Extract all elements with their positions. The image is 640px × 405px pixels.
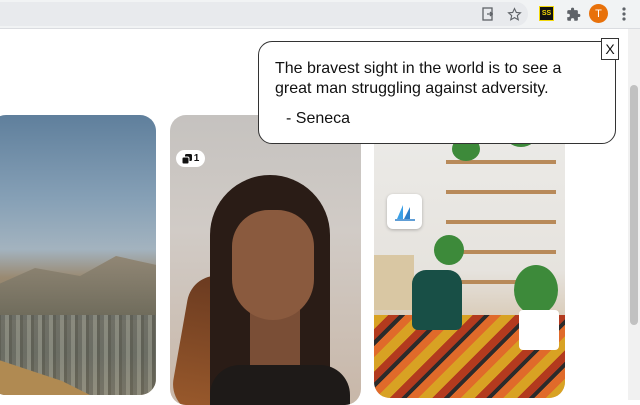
puzzle-icon[interactable] (563, 4, 583, 24)
close-button[interactable]: X (601, 38, 619, 60)
quote-author: - Seneca (286, 110, 351, 127)
chair (412, 270, 462, 330)
quote-popup: The bravest sight in the world is to see… (258, 41, 616, 144)
pin-plant-interior[interactable] (374, 115, 565, 398)
top-shape (210, 365, 350, 405)
multi-image-badge: 1 (176, 150, 205, 167)
shelf (446, 190, 556, 194)
extension-icon[interactable]: SS (539, 6, 554, 21)
extension-badge-label: SS (541, 10, 552, 17)
mountain-shape (0, 256, 156, 320)
menu-icon[interactable] (616, 4, 632, 24)
plant-pot (519, 310, 559, 350)
browser-toolbar: SS T (0, 0, 640, 28)
pin-mountain-town[interactable] (0, 115, 156, 395)
quote-text: The bravest sight in the world is to see… (275, 60, 562, 97)
stack-icon (181, 153, 192, 164)
face-shape (232, 210, 314, 320)
bookmark-star-icon[interactable] (504, 4, 524, 24)
badge-count: 1 (193, 153, 200, 164)
plant (434, 235, 464, 265)
shelf (446, 220, 556, 224)
page-action-icon[interactable] (478, 4, 498, 24)
vertical-scrollbar[interactable] (628, 29, 640, 400)
brand-logo-tile[interactable] (387, 194, 422, 229)
scrollbar-thumb[interactable] (630, 85, 638, 325)
sail-logo-icon (394, 204, 415, 221)
address-bar[interactable] (0, 2, 528, 26)
profile-avatar[interactable]: T (589, 4, 608, 23)
side-table (374, 255, 414, 310)
profile-initial: T (595, 7, 602, 20)
plant (514, 265, 558, 315)
